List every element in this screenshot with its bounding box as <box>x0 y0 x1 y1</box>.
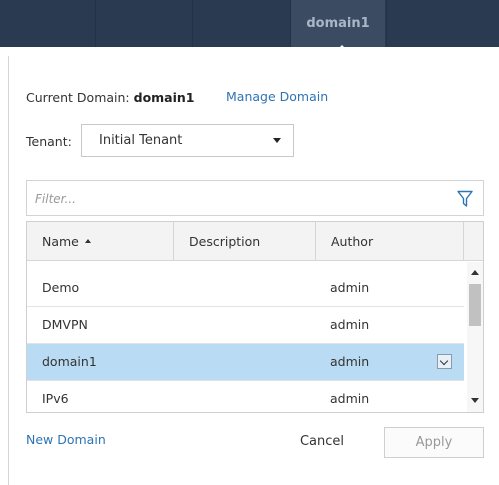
table-row[interactable]: IPv6 admin <box>27 381 464 412</box>
table-row[interactable]: DMVPN admin <box>27 307 464 344</box>
current-domain-value: domain1 <box>133 90 195 105</box>
top-navigation-bar: domain1 <box>0 0 499 47</box>
row-name: domain1 <box>42 354 97 369</box>
row-name: IPv6 <box>42 391 69 406</box>
column-header-author[interactable]: Author <box>316 222 464 260</box>
column-header-name[interactable]: Name <box>27 222 174 260</box>
current-domain-text: Current Domain: domain1 <box>26 90 195 105</box>
domain-table: Name Description Author Demo admin DMVPN… <box>26 221 484 413</box>
column-header-description[interactable]: Description <box>174 222 316 260</box>
domain-tab[interactable]: domain1 <box>291 0 385 47</box>
scroll-up-arrow-icon[interactable] <box>471 270 479 275</box>
tenant-select[interactable]: Initial Tenant <box>81 124 294 157</box>
row-author: admin <box>330 280 370 295</box>
column-header-label: Description <box>189 233 261 249</box>
table-row[interactable]: Demo admin <box>27 270 464 307</box>
row-author: admin <box>330 354 370 369</box>
popover-pointer <box>330 45 354 57</box>
row-name: Demo <box>42 280 80 295</box>
filter-field[interactable] <box>26 180 484 216</box>
topbar-divider <box>95 0 96 47</box>
vertical-scrollbar[interactable] <box>467 262 483 412</box>
filter-input[interactable] <box>33 188 437 210</box>
sort-ascending-icon <box>84 239 91 243</box>
row-author: admin <box>330 317 370 332</box>
column-header-label: Name <box>42 233 79 249</box>
topbar-divider <box>192 0 193 47</box>
cancel-button[interactable]: Cancel <box>282 426 362 456</box>
manage-domain-link[interactable]: Manage Domain <box>226 89 328 104</box>
table-header: Name Description Author <box>27 222 483 261</box>
column-header-label: Author <box>331 233 374 249</box>
scroll-down-arrow-icon[interactable] <box>471 398 479 403</box>
topbar-divider <box>386 0 387 47</box>
table-row-selected[interactable]: domain1 admin <box>27 344 464 381</box>
row-dropdown-button[interactable] <box>437 354 452 369</box>
apply-button[interactable]: Apply <box>384 427 484 458</box>
funnel-icon[interactable] <box>457 190 473 208</box>
row-author: admin <box>330 391 370 406</box>
table-body: Demo admin DMVPN admin domain1 admin IPv… <box>27 270 464 412</box>
chevron-down-icon <box>273 138 281 143</box>
tenant-select-value: Initial Tenant <box>99 133 183 148</box>
domain-tab-label: domain1 <box>306 16 370 31</box>
current-domain-label: Current Domain: <box>26 90 130 105</box>
scrollbar-thumb[interactable] <box>469 284 481 326</box>
new-domain-link[interactable]: New Domain <box>26 432 106 447</box>
tenant-label: Tenant: <box>26 134 72 149</box>
row-name: DMVPN <box>42 317 88 332</box>
